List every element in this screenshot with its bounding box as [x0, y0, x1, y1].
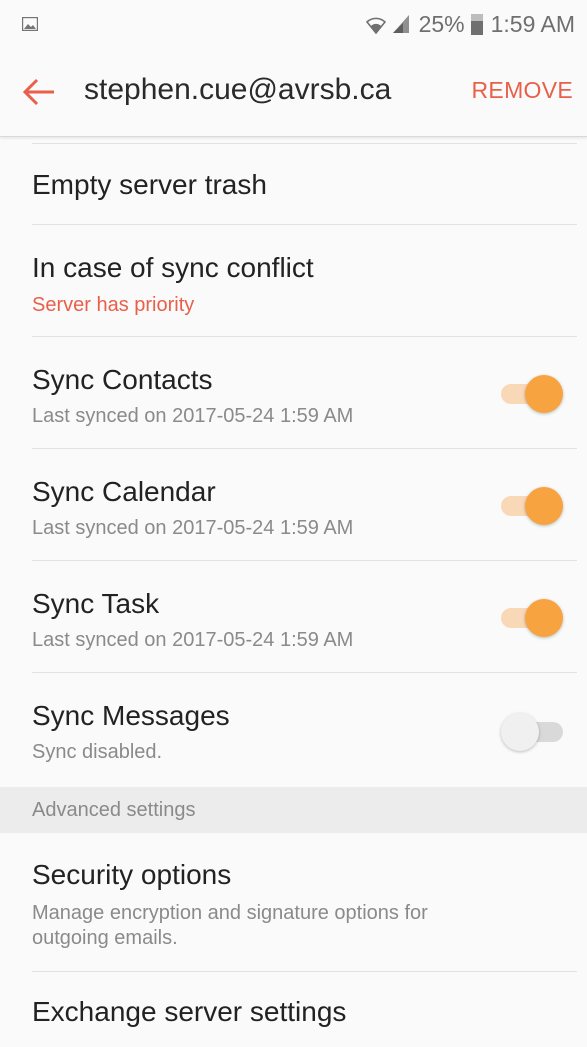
- clock: 1:59 AM: [490, 10, 575, 37]
- toggle-thumb: [525, 375, 563, 413]
- signal-icon: [392, 15, 409, 33]
- sync-contacts-toggle[interactable]: [501, 374, 563, 414]
- advanced-settings-list: Security options Manage encryption and s…: [0, 833, 587, 1047]
- item-title: Sync Task: [32, 588, 160, 619]
- item-subtitle: Last synced on 2017-05-24 1:59 AM: [32, 629, 354, 651]
- item-subtitle: Manage encryption and signature options …: [32, 902, 428, 949]
- status-indicators: 25% 1:59 AM: [365, 8, 575, 40]
- item-title: Sync Messages: [32, 700, 230, 731]
- account-title: stephen.cue@avrsb.ca: [84, 73, 392, 106]
- back-arrow-icon[interactable]: [22, 74, 66, 110]
- item-title: Sync Calendar: [32, 476, 216, 507]
- battery-icon: [470, 14, 483, 35]
- sync-messages-item[interactable]: Sync Messages Sync disabled.: [32, 673, 577, 783]
- item-title: Empty server trash: [32, 169, 267, 200]
- item-subtitle: Last synced on 2017-05-24 1:59 AM: [32, 517, 354, 539]
- item-title: Security options: [32, 859, 232, 890]
- gallery-icon: [22, 17, 38, 31]
- wifi-icon: [365, 17, 386, 35]
- advanced-settings-header: Advanced settings: [0, 787, 587, 833]
- item-title: In case of sync conflict: [32, 252, 314, 283]
- sync-calendar-toggle[interactable]: [501, 486, 563, 526]
- item-title: Exchange server settings: [32, 996, 347, 1027]
- app-bar: stephen.cue@avrsb.ca REMOVE: [0, 48, 587, 137]
- item-title: Sync Contacts: [32, 364, 213, 395]
- section-header-label: Advanced settings: [32, 799, 196, 821]
- item-subtitle: Last synced on 2017-05-24 1:59 AM: [32, 405, 354, 427]
- sync-task-item[interactable]: Sync Task Last synced on 2017-05-24 1:59…: [32, 561, 577, 673]
- toggle-thumb: [525, 487, 563, 525]
- settings-list: Empty server trash In case of sync confl…: [0, 143, 587, 783]
- sync-conflict-item[interactable]: In case of sync conflict Server has prio…: [32, 225, 577, 337]
- exchange-server-settings-item[interactable]: Exchange server settings: [32, 972, 577, 1047]
- toggle-thumb: [501, 713, 539, 751]
- sync-calendar-item[interactable]: Sync Calendar Last synced on 2017-05-24 …: [32, 449, 577, 561]
- security-options-item[interactable]: Security options Manage encryption and s…: [32, 833, 577, 972]
- item-subtitle: Server has priority: [32, 294, 195, 316]
- remove-button[interactable]: REMOVE: [472, 77, 573, 104]
- status-bar: 25% 1:59 AM: [0, 0, 587, 48]
- sync-messages-toggle[interactable]: [501, 712, 563, 752]
- toggle-thumb: [525, 599, 563, 637]
- item-subtitle: Sync disabled.: [32, 741, 163, 763]
- battery-percentage: 25%: [418, 10, 465, 37]
- empty-server-trash-item[interactable]: Empty server trash: [32, 143, 577, 225]
- sync-task-toggle[interactable]: [501, 598, 563, 638]
- sync-contacts-item[interactable]: Sync Contacts Last synced on 2017-05-24 …: [32, 337, 577, 449]
